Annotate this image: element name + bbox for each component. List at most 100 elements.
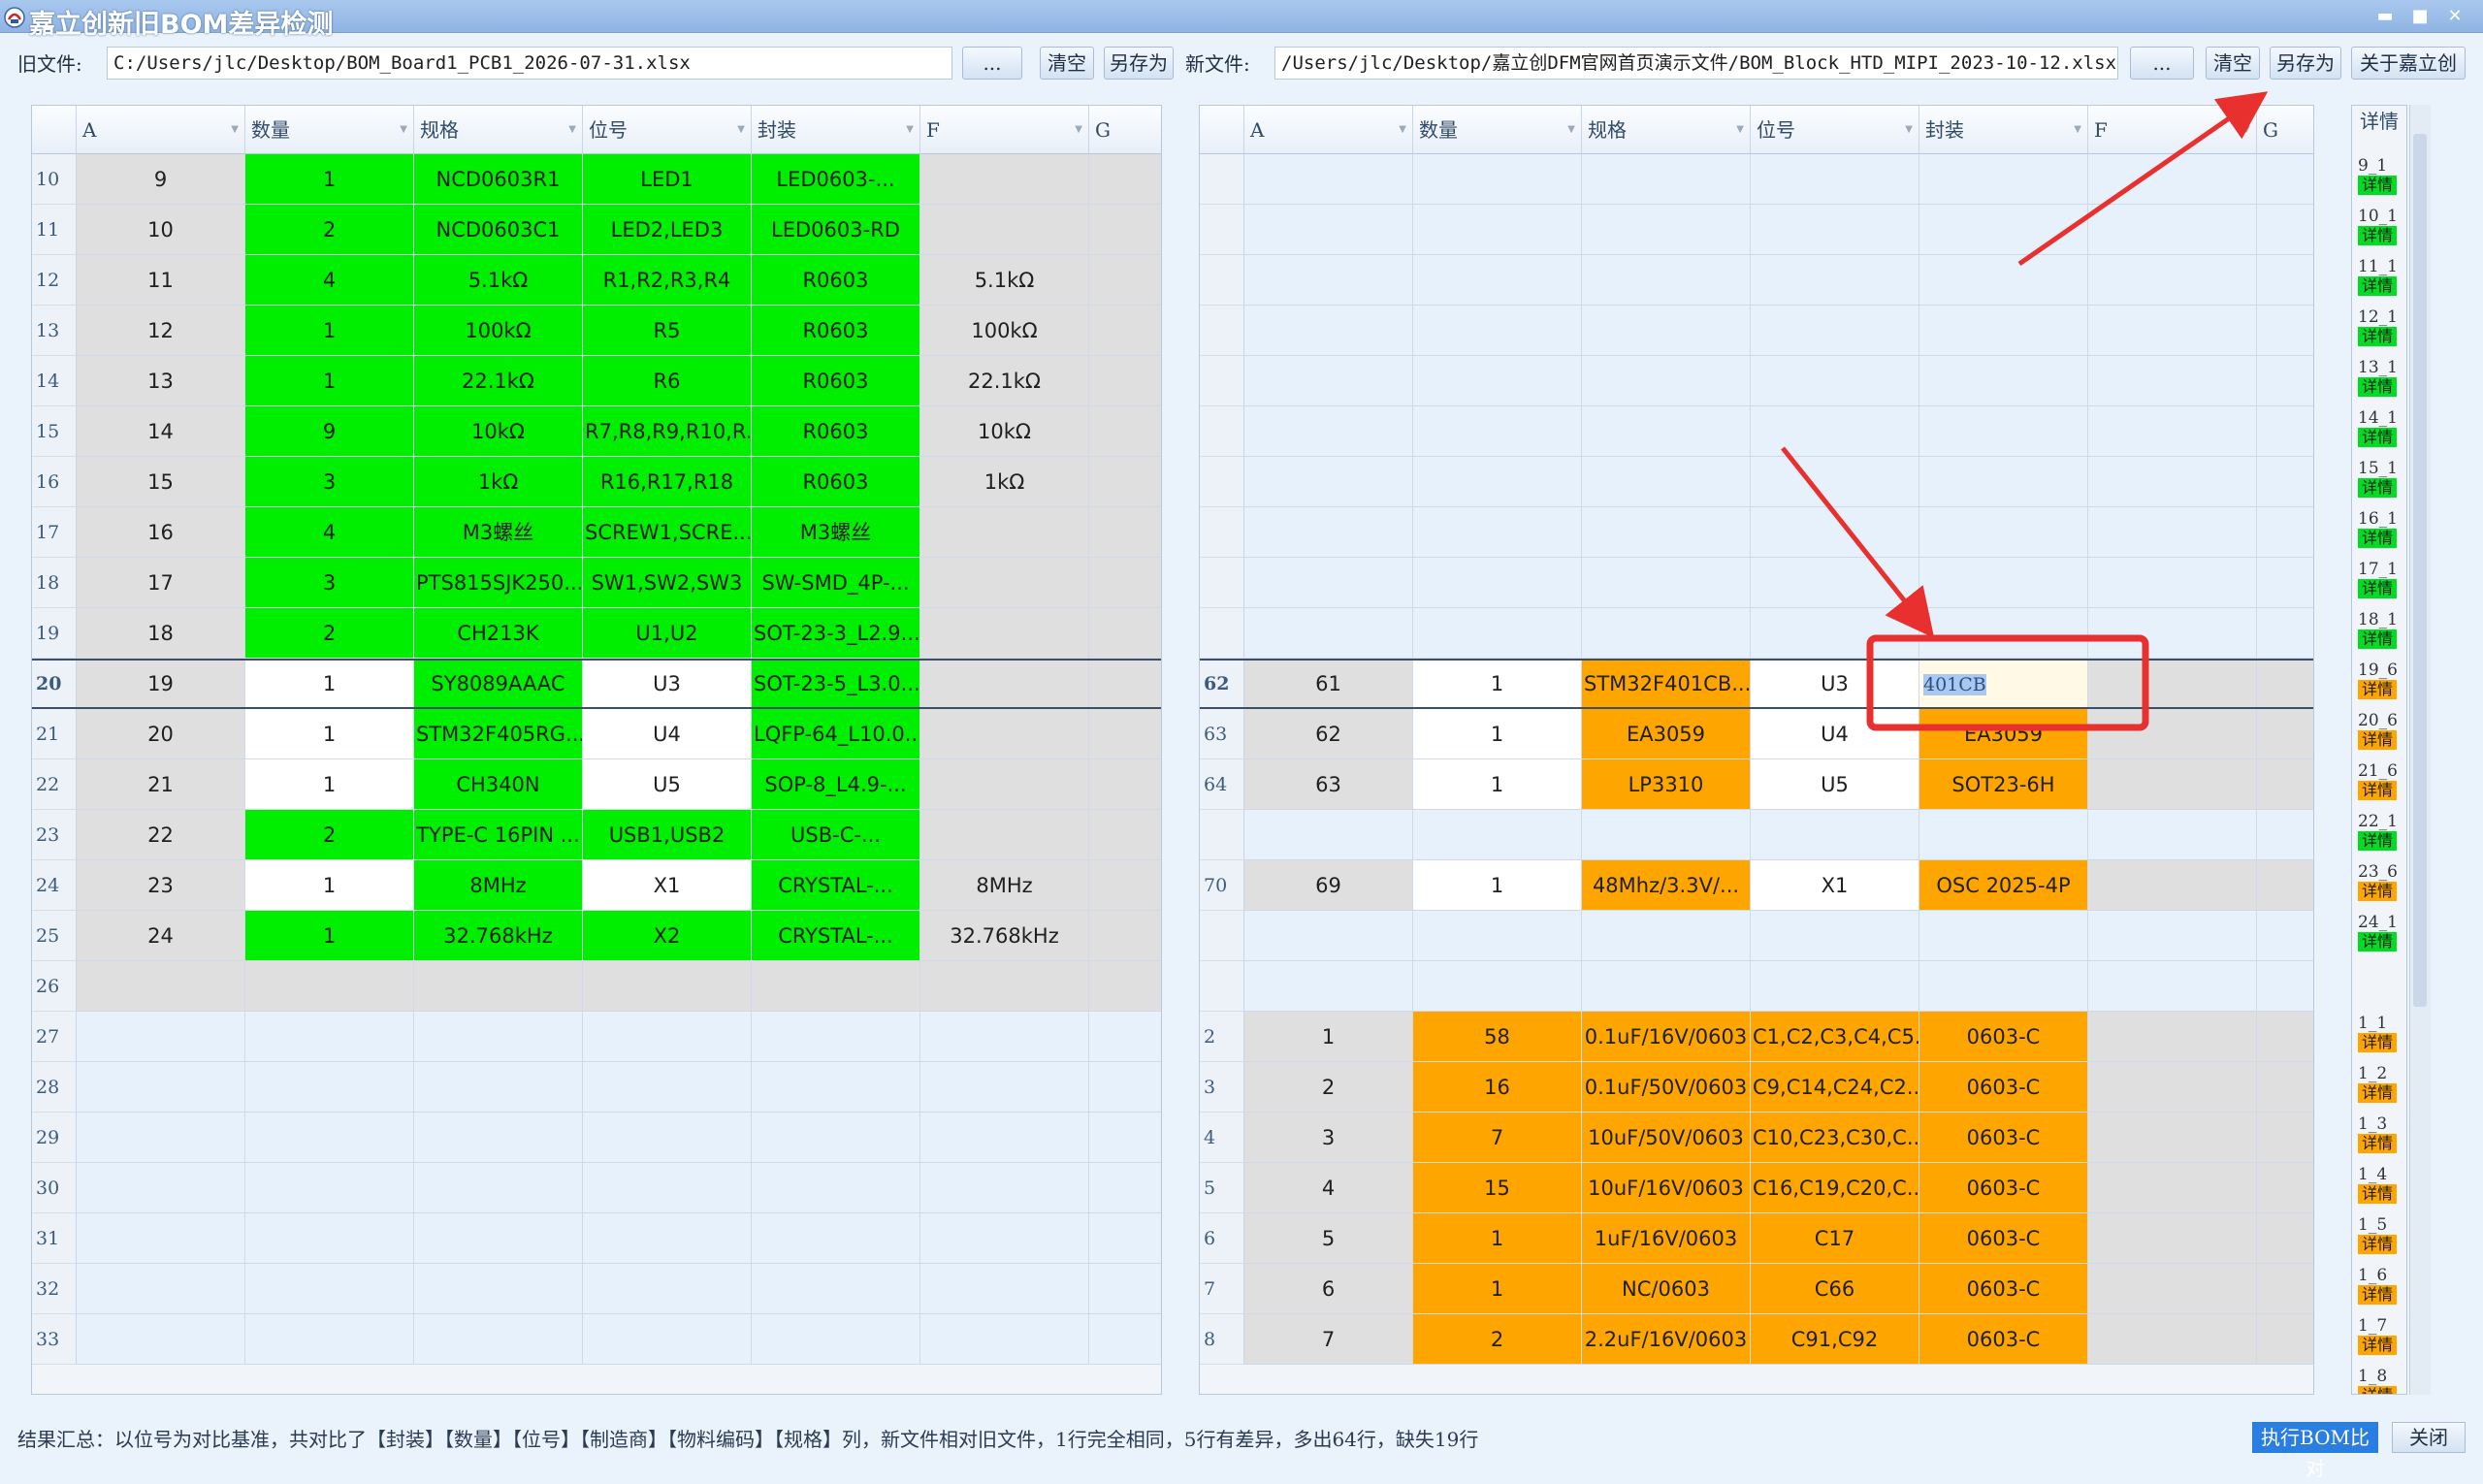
new-table-cell[interactable]: [2088, 1314, 2257, 1365]
old-table-cell[interactable]: 1: [245, 709, 414, 759]
new-row-number[interactable]: 8: [1200, 1314, 1244, 1365]
new-table-cell[interactable]: C66: [1751, 1264, 1919, 1314]
old-row-number[interactable]: 16: [32, 457, 77, 507]
old-table-cell[interactable]: 1: [245, 911, 414, 961]
old-table-cell[interactable]: [920, 961, 1089, 1012]
old-table-cell[interactable]: [77, 1213, 245, 1264]
new-table-cell[interactable]: [1751, 507, 1919, 558]
old-table-cell[interactable]: [583, 1012, 752, 1062]
old-table-cell[interactable]: [920, 558, 1089, 608]
detail-button[interactable]: 详情: [2358, 680, 2397, 699]
old-table-cell[interactable]: [920, 659, 1089, 709]
old-table-cell[interactable]: 1kΩ: [920, 457, 1089, 507]
detail-button[interactable]: 详情: [2358, 1083, 2397, 1103]
old-table-cell[interactable]: 100kΩ: [920, 306, 1089, 356]
new-table-cell[interactable]: [2088, 1113, 2257, 1163]
old-table-cell[interactable]: LED1: [583, 154, 752, 205]
new-table-cell[interactable]: [2088, 154, 2257, 205]
old-table-cell[interactable]: [583, 1264, 752, 1314]
new-table-cell[interactable]: [2088, 306, 2257, 356]
old-table-cell[interactable]: CRYSTAL-...: [752, 911, 920, 961]
new-table-cell[interactable]: [1751, 911, 1919, 961]
new-row-number[interactable]: [1200, 608, 1244, 659]
old-table-cell[interactable]: 1: [245, 154, 414, 205]
old-table-cell[interactable]: [752, 961, 920, 1012]
new-table-cell[interactable]: [2257, 1062, 2313, 1113]
new-table-cell[interactable]: [1244, 356, 1413, 406]
new-table-cell[interactable]: [2257, 457, 2313, 507]
new-table-cell[interactable]: [1413, 911, 1582, 961]
new-table-cell[interactable]: [2257, 255, 2313, 306]
new-row-number[interactable]: [1200, 406, 1244, 457]
old-table-cell[interactable]: [1089, 507, 1161, 558]
old-table-cell[interactable]: [1089, 1163, 1161, 1213]
old-table-cell[interactable]: 22: [77, 810, 245, 860]
old-row-number[interactable]: 29: [32, 1113, 77, 1163]
old-table-cell[interactable]: [920, 1314, 1089, 1365]
new-table-cell[interactable]: [1582, 306, 1751, 356]
old-table-cell[interactable]: 17: [77, 558, 245, 608]
new-table-cell[interactable]: [1244, 961, 1413, 1012]
old-table-cell[interactable]: [1089, 1314, 1161, 1365]
old-table-cell[interactable]: 19: [77, 659, 245, 709]
new-table-cell[interactable]: [1582, 406, 1751, 457]
old-column-header[interactable]: A ▼: [77, 106, 245, 154]
new-table-cell[interactable]: 0603-C: [1919, 1113, 2088, 1163]
new-table-cell[interactable]: [1919, 255, 2088, 306]
detail-button[interactable]: 详情: [2358, 1033, 2397, 1052]
new-table-cell[interactable]: [2088, 659, 2257, 709]
new-table-cell[interactable]: 1: [1244, 1012, 1413, 1062]
old-table-cell[interactable]: M3螺丝: [752, 507, 920, 558]
new-row-number[interactable]: [1200, 810, 1244, 860]
old-table-cell[interactable]: SW-SMD_4P-...: [752, 558, 920, 608]
old-table-cell[interactable]: [77, 1264, 245, 1314]
new-table-cell[interactable]: [1244, 608, 1413, 659]
old-table-cell[interactable]: LED0603-...: [752, 154, 920, 205]
old-table-cell[interactable]: R0603: [752, 356, 920, 406]
old-table-cell[interactable]: 20: [77, 709, 245, 759]
old-table-cell[interactable]: [77, 1062, 245, 1113]
old-table-cell[interactable]: M3螺丝: [414, 507, 583, 558]
new-table-cell[interactable]: 1: [1413, 759, 1582, 810]
old-table-cell[interactable]: 23: [77, 860, 245, 911]
detail-button[interactable]: 详情: [2358, 1285, 2397, 1305]
new-table-cell[interactable]: 1: [1413, 659, 1582, 709]
old-table-cell[interactable]: LED2,LED3: [583, 205, 752, 255]
old-table-cell[interactable]: 9: [245, 406, 414, 457]
old-table-cell[interactable]: 9: [77, 154, 245, 205]
new-column-header[interactable]: G▼: [2257, 106, 2313, 154]
old-table-cell[interactable]: 13: [77, 356, 245, 406]
new-row-number[interactable]: 64: [1200, 759, 1244, 810]
old-file-browse-button[interactable]: ...: [962, 47, 1022, 80]
new-table-cell[interactable]: [2088, 457, 2257, 507]
new-table-cell[interactable]: [1413, 457, 1582, 507]
old-table-cell[interactable]: [920, 205, 1089, 255]
new-table-cell[interactable]: [1413, 306, 1582, 356]
new-table-cell[interactable]: [1582, 507, 1751, 558]
new-table-cell[interactable]: 401CB: [1919, 659, 2088, 709]
old-table-cell[interactable]: 5.1kΩ: [414, 255, 583, 306]
new-row-number[interactable]: 63: [1200, 709, 1244, 759]
old-table-cell[interactable]: [1089, 1012, 1161, 1062]
old-table-cell[interactable]: CH340N: [414, 759, 583, 810]
old-table-cell[interactable]: [414, 1314, 583, 1365]
new-table-cell[interactable]: [2257, 306, 2313, 356]
old-table-cell[interactable]: 22.1kΩ: [920, 356, 1089, 406]
old-table-cell[interactable]: SCREW1,SCRE...: [583, 507, 752, 558]
new-table-cell[interactable]: [2257, 608, 2313, 659]
old-file-save-as-button[interactable]: 另存为: [1104, 47, 1174, 80]
new-table-cell[interactable]: [1919, 558, 2088, 608]
old-table-cell[interactable]: 100kΩ: [414, 306, 583, 356]
old-table-cell[interactable]: SOP-8_L4.9-...: [752, 759, 920, 810]
new-table-cell[interactable]: 48Mhz/3.3V/...: [1582, 860, 1751, 911]
old-table-cell[interactable]: [414, 961, 583, 1012]
old-table-cell[interactable]: [920, 709, 1089, 759]
detail-button[interactable]: 详情: [2358, 781, 2397, 800]
new-table-cell[interactable]: [2088, 205, 2257, 255]
new-table-cell[interactable]: [1582, 810, 1751, 860]
new-file-clear-button[interactable]: 清空: [2206, 47, 2260, 80]
new-table-cell[interactable]: [2088, 860, 2257, 911]
old-table-cell[interactable]: R16,R17,R18: [583, 457, 752, 507]
new-row-number[interactable]: 70: [1200, 860, 1244, 911]
detail-button[interactable]: 详情: [2358, 1386, 2397, 1394]
